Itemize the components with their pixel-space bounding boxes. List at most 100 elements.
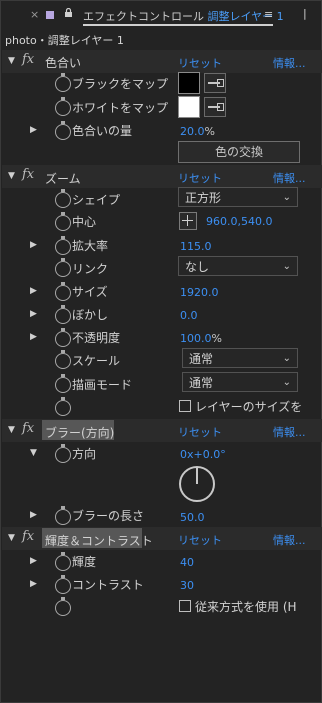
expand-arrow-icon[interactable]: ▶: [30, 125, 37, 135]
reset-button[interactable]: リセット: [178, 424, 222, 440]
collapse-arrow-icon[interactable]: ▼: [30, 448, 37, 458]
expand-arrow-icon[interactable]: ▶: [30, 286, 37, 296]
property-label: ブラックをマップ: [72, 77, 169, 91]
stopwatch-icon[interactable]: [55, 258, 71, 277]
effect-title: ブラー(方向): [45, 426, 115, 440]
magnification-value[interactable]: 115.0: [180, 240, 212, 253]
property-row-magnification: ▶ 拡大率 115.0: [2, 234, 322, 257]
lock-icon[interactable]: [64, 8, 73, 17]
property-row-size: ▶ サイズ 1920.0: [2, 280, 322, 303]
effect-header-tint[interactable]: ▼ fx 色合い リセット 情報...: [2, 50, 322, 73]
property-label: コントラスト: [72, 578, 144, 592]
brightness-value[interactable]: 40: [180, 556, 194, 569]
effect-title: 輝度＆コントラスト: [45, 534, 153, 548]
stopwatch-icon[interactable]: [55, 575, 71, 594]
chevron-down-icon: ⌄: [282, 192, 291, 203]
effect-title: ズーム: [45, 172, 81, 186]
stopwatch-icon[interactable]: [55, 282, 71, 301]
stopwatch-icon[interactable]: [55, 597, 71, 616]
fx-toggle-icon[interactable]: fx: [22, 52, 34, 67]
active-tab-underline: [83, 24, 273, 26]
stopwatch-icon[interactable]: [55, 374, 71, 393]
reset-button[interactable]: リセット: [178, 532, 222, 548]
shape-dropdown[interactable]: 正方形 ⌄: [178, 187, 298, 207]
resize-layer-checkbox[interactable]: [179, 400, 191, 412]
collapse-arrow-icon[interactable]: ▼: [8, 56, 15, 66]
collapse-arrow-icon[interactable]: ▼: [8, 171, 15, 181]
contrast-value[interactable]: 30: [180, 579, 194, 592]
center-value[interactable]: 960.0,540.0: [206, 215, 272, 228]
link-dropdown[interactable]: なし ⌄: [178, 256, 298, 276]
property-row-map-white: ホワイトをマップ: [2, 95, 322, 118]
property-label: ぼかし: [72, 308, 109, 322]
info-link[interactable]: 情報...: [273, 532, 306, 548]
stopwatch-icon[interactable]: [55, 189, 71, 208]
fx-toggle-icon[interactable]: fx: [22, 529, 34, 544]
stopwatch-icon[interactable]: [55, 397, 71, 416]
expand-arrow-icon[interactable]: ▶: [30, 332, 37, 342]
stopwatch-icon[interactable]: [55, 236, 71, 255]
collapse-arrow-icon[interactable]: ▼: [8, 425, 15, 435]
property-row-contrast: ▶ コントラスト 30: [2, 573, 322, 596]
property-row-feather: ▶ ぼかし 0.0: [2, 303, 322, 326]
stopwatch-icon[interactable]: [55, 212, 71, 231]
stopwatch-icon[interactable]: [55, 444, 71, 463]
stopwatch-icon[interactable]: [55, 350, 71, 369]
eyedropper-icon[interactable]: [204, 97, 226, 117]
checkbox-label: 従来方式を使用 (H: [195, 600, 297, 614]
stopwatch-icon[interactable]: [55, 552, 71, 571]
use-legacy-checkbox[interactable]: [179, 600, 191, 612]
info-link[interactable]: 情報...: [273, 55, 306, 71]
black-color-swatch[interactable]: [178, 72, 200, 94]
expand-arrow-icon[interactable]: ▶: [30, 556, 37, 566]
property-label: サイズ: [72, 285, 108, 299]
white-color-swatch[interactable]: [178, 96, 200, 118]
panel-menu-icon[interactable]: ≡: [264, 8, 273, 21]
fx-toggle-icon[interactable]: fx: [22, 421, 34, 436]
property-row-map-black: ブラックをマップ: [2, 71, 322, 94]
blend-mode-dropdown[interactable]: 通常 ⌄: [182, 372, 298, 392]
chevron-down-icon: ⌄: [282, 353, 291, 364]
expand-arrow-icon[interactable]: ▶: [30, 309, 37, 319]
reset-button[interactable]: リセット: [178, 55, 222, 71]
info-link[interactable]: 情報...: [273, 424, 306, 440]
fx-toggle-icon[interactable]: fx: [22, 167, 34, 182]
opacity-value[interactable]: 100.0%: [180, 332, 222, 345]
property-row-opacity: ▶ 不透明度 100.0%: [2, 326, 322, 349]
value-number: 20.0: [180, 125, 205, 138]
angle-dial[interactable]: [179, 466, 215, 502]
expand-arrow-icon[interactable]: ▶: [30, 240, 37, 250]
collapse-arrow-icon[interactable]: ▼: [8, 533, 15, 543]
eyedropper-icon[interactable]: [204, 73, 226, 93]
feather-value[interactable]: 0.0: [180, 309, 198, 322]
scale-dropdown[interactable]: 通常 ⌄: [182, 348, 298, 368]
breadcrumb: photo・調整レイヤー 1: [5, 34, 124, 47]
property-label: 輝度: [72, 555, 97, 569]
expand-arrow-icon[interactable]: ▶: [30, 579, 37, 589]
stopwatch-icon[interactable]: [55, 506, 71, 525]
stopwatch-icon[interactable]: [55, 328, 71, 347]
property-row-swap: 色の交換: [2, 141, 322, 164]
tint-amount-value[interactable]: 20.0%: [180, 125, 215, 138]
chevron-down-icon: ⌄: [282, 261, 291, 272]
stopwatch-icon[interactable]: [55, 73, 71, 92]
tab-effect-controls[interactable]: エフェクトコントロール 調整レイヤー 1: [83, 8, 284, 24]
effect-header-directional-blur[interactable]: ▼ fx ブラー(方向) リセット 情報...: [2, 419, 322, 442]
info-link[interactable]: 情報...: [273, 170, 306, 186]
crosshair-point-icon[interactable]: [179, 212, 197, 230]
reset-button[interactable]: リセット: [178, 170, 222, 186]
direction-value[interactable]: 0x+0.0°: [180, 448, 226, 461]
stopwatch-icon[interactable]: [55, 121, 71, 140]
size-value[interactable]: 1920.0: [180, 286, 219, 299]
swap-colors-button[interactable]: 色の交換: [178, 141, 300, 163]
close-tab-icon[interactable]: ×: [30, 8, 39, 21]
stopwatch-icon[interactable]: [55, 305, 71, 324]
property-row-brightness: ▶ 輝度 40: [2, 550, 322, 573]
blur-length-value[interactable]: 50.0: [180, 511, 205, 524]
effect-header-brightness-contrast[interactable]: ▼ fx 輝度＆コントラスト リセット 情報...: [2, 527, 322, 550]
property-label: シェイプ: [72, 193, 121, 207]
stopwatch-icon[interactable]: [55, 97, 71, 116]
expand-arrow-icon[interactable]: ▶: [30, 510, 37, 520]
checkbox-label: レイヤーのサイズを: [195, 400, 303, 414]
effect-header-zoom[interactable]: ▼ fx ズーム リセット 情報...: [2, 165, 322, 188]
